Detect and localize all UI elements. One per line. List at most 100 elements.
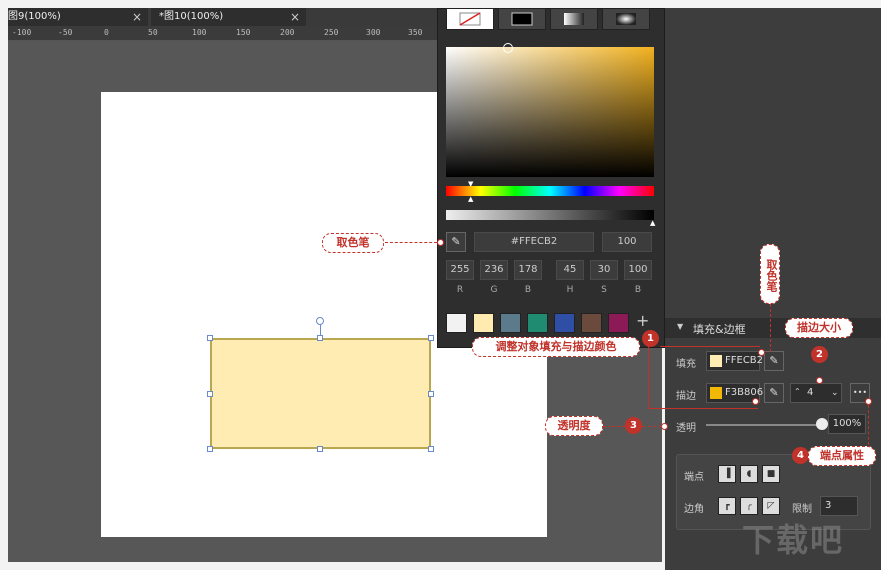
blue-input[interactable]: 178 — [514, 260, 542, 280]
annotation-dot — [661, 423, 668, 430]
add-swatch-button[interactable]: + — [636, 311, 649, 330]
opacity-label: 透明 — [676, 423, 696, 434]
chevron-down-icon[interactable]: ▼ — [677, 322, 683, 331]
radial-gradient-icon — [616, 13, 636, 25]
stroke-eyedropper-button[interactable]: ✎ — [764, 383, 784, 403]
resize-handle[interactable] — [428, 335, 434, 341]
tab-document-9[interactable]: 图9(100%) × — [8, 8, 148, 26]
annotation-dot — [865, 398, 872, 405]
join-miter-icon: ┏ — [724, 501, 730, 511]
fill-type-linear-tab[interactable] — [550, 8, 598, 30]
alpha-slider[interactable] — [446, 210, 654, 220]
stroke-size-stepper[interactable]: ⌃ 4 ⌄ — [790, 383, 842, 403]
ruler-tick: 100 — [192, 28, 207, 37]
resize-handle[interactable] — [428, 391, 434, 397]
tab-label: 图9(100%) — [8, 11, 61, 22]
resize-handle[interactable] — [317, 335, 323, 341]
opacity-slider-knob[interactable] — [816, 418, 828, 430]
annotation-leader — [642, 426, 662, 427]
tab-document-10[interactable]: *图10(100%) × — [151, 8, 306, 26]
color-cursor[interactable] — [503, 43, 513, 53]
cap-round-button[interactable]: ◖ — [740, 465, 758, 483]
hue-marker[interactable]: ▼ — [468, 180, 473, 188]
fill-color-field[interactable]: FFECB2 — [706, 351, 763, 371]
cap-square-button[interactable]: ■ — [762, 465, 780, 483]
red-input[interactable]: 255 — [446, 260, 474, 280]
annotation-leader — [385, 242, 442, 243]
resize-handle[interactable] — [207, 446, 213, 452]
hex-input[interactable]: #FFECB2 — [474, 232, 594, 252]
no-fill-icon — [459, 12, 481, 26]
opacity-value-field[interactable]: 100% — [828, 414, 866, 434]
brightness-input[interactable]: 100 — [624, 260, 652, 280]
annotation-leader — [868, 405, 869, 445]
close-icon[interactable]: × — [132, 8, 142, 26]
swatch[interactable] — [473, 313, 494, 333]
annotation-dot — [816, 377, 823, 384]
hue-input[interactable]: 45 — [556, 260, 584, 280]
rotation-handle[interactable] — [316, 317, 324, 325]
annotation-dot — [758, 349, 765, 356]
annotation-number-1: 1 — [642, 330, 659, 347]
annotation-leader — [603, 426, 625, 427]
cap-butt-icon: ▐ — [723, 469, 731, 479]
chevron-down-icon[interactable]: ⌄ — [831, 384, 839, 402]
join-round-icon: ╭ — [746, 501, 752, 511]
fill-type-none-tab[interactable] — [446, 8, 494, 30]
swatch[interactable] — [581, 313, 602, 333]
resize-handle[interactable] — [317, 446, 323, 452]
channel-label: B — [634, 285, 642, 295]
linear-gradient-icon — [564, 13, 584, 25]
picker-eyedropper-button[interactable]: ✎ — [446, 232, 466, 252]
join-round-button[interactable]: ╭ — [740, 497, 758, 515]
swatch[interactable] — [608, 313, 629, 333]
stepper-arrows-icon[interactable]: ⌃ — [794, 383, 801, 401]
stroke-swatch — [710, 387, 722, 399]
hue-slider[interactable] — [446, 186, 654, 196]
resize-handle[interactable] — [428, 446, 434, 452]
close-icon[interactable]: × — [290, 8, 300, 26]
eyedropper-icon: ✎ — [451, 235, 461, 248]
solid-fill-icon — [511, 12, 533, 26]
eyedropper-icon: ✎ — [769, 354, 779, 367]
ruler-tick: -50 — [58, 28, 73, 37]
channel-label: H — [566, 285, 574, 295]
watermark-logo: 下载吧 — [742, 521, 845, 559]
annotation-eyedropper: 取色笔 — [322, 233, 384, 253]
stroke-label: 描边 — [676, 391, 696, 402]
alpha-marker[interactable]: ▲ — [650, 219, 655, 227]
swatch[interactable] — [554, 313, 575, 333]
annotation-number-3: 3 — [625, 417, 642, 434]
swatch[interactable] — [500, 313, 521, 333]
channel-label: R — [456, 285, 464, 295]
resize-handle[interactable] — [207, 335, 213, 341]
resize-handle[interactable] — [207, 391, 213, 397]
fill-type-solid-tab[interactable] — [498, 8, 546, 30]
selected-rectangle[interactable] — [210, 338, 431, 449]
stroke-size-value: 4 — [807, 387, 814, 398]
fill-swatch — [710, 355, 722, 367]
cap-butt-button[interactable]: ▐ — [718, 465, 736, 483]
join-bevel-button[interactable]: ◸ — [762, 497, 780, 515]
swatch[interactable] — [446, 313, 467, 333]
ruler-tick: 50 — [148, 28, 158, 37]
annotation-leader — [660, 346, 760, 347]
fill-type-radial-tab[interactable] — [602, 8, 650, 30]
tab-label: *图10(100%) — [159, 11, 224, 22]
swatch[interactable] — [527, 313, 548, 333]
annotation-leader — [648, 346, 649, 408]
limit-input[interactable]: 3 — [820, 496, 858, 516]
fill-eyedropper-button[interactable]: ✎ — [764, 351, 784, 371]
alpha-input[interactable]: 100 — [602, 232, 652, 252]
saturation-input[interactable]: 30 — [590, 260, 618, 280]
ruler-tick: 350 — [408, 28, 423, 37]
hue-marker[interactable]: ▲ — [468, 195, 473, 203]
channel-label: B — [524, 285, 532, 295]
eyedropper-icon: ✎ — [769, 386, 779, 399]
saturation-value-area[interactable] — [446, 47, 654, 177]
cap-round-icon: ◖ — [746, 469, 752, 479]
annotation-adjust-colors: 调整对象填充与描边颜色 — [472, 337, 640, 357]
join-miter-button[interactable]: ┏ — [718, 497, 736, 515]
green-input[interactable]: 236 — [480, 260, 508, 280]
opacity-slider-track[interactable] — [706, 424, 822, 426]
